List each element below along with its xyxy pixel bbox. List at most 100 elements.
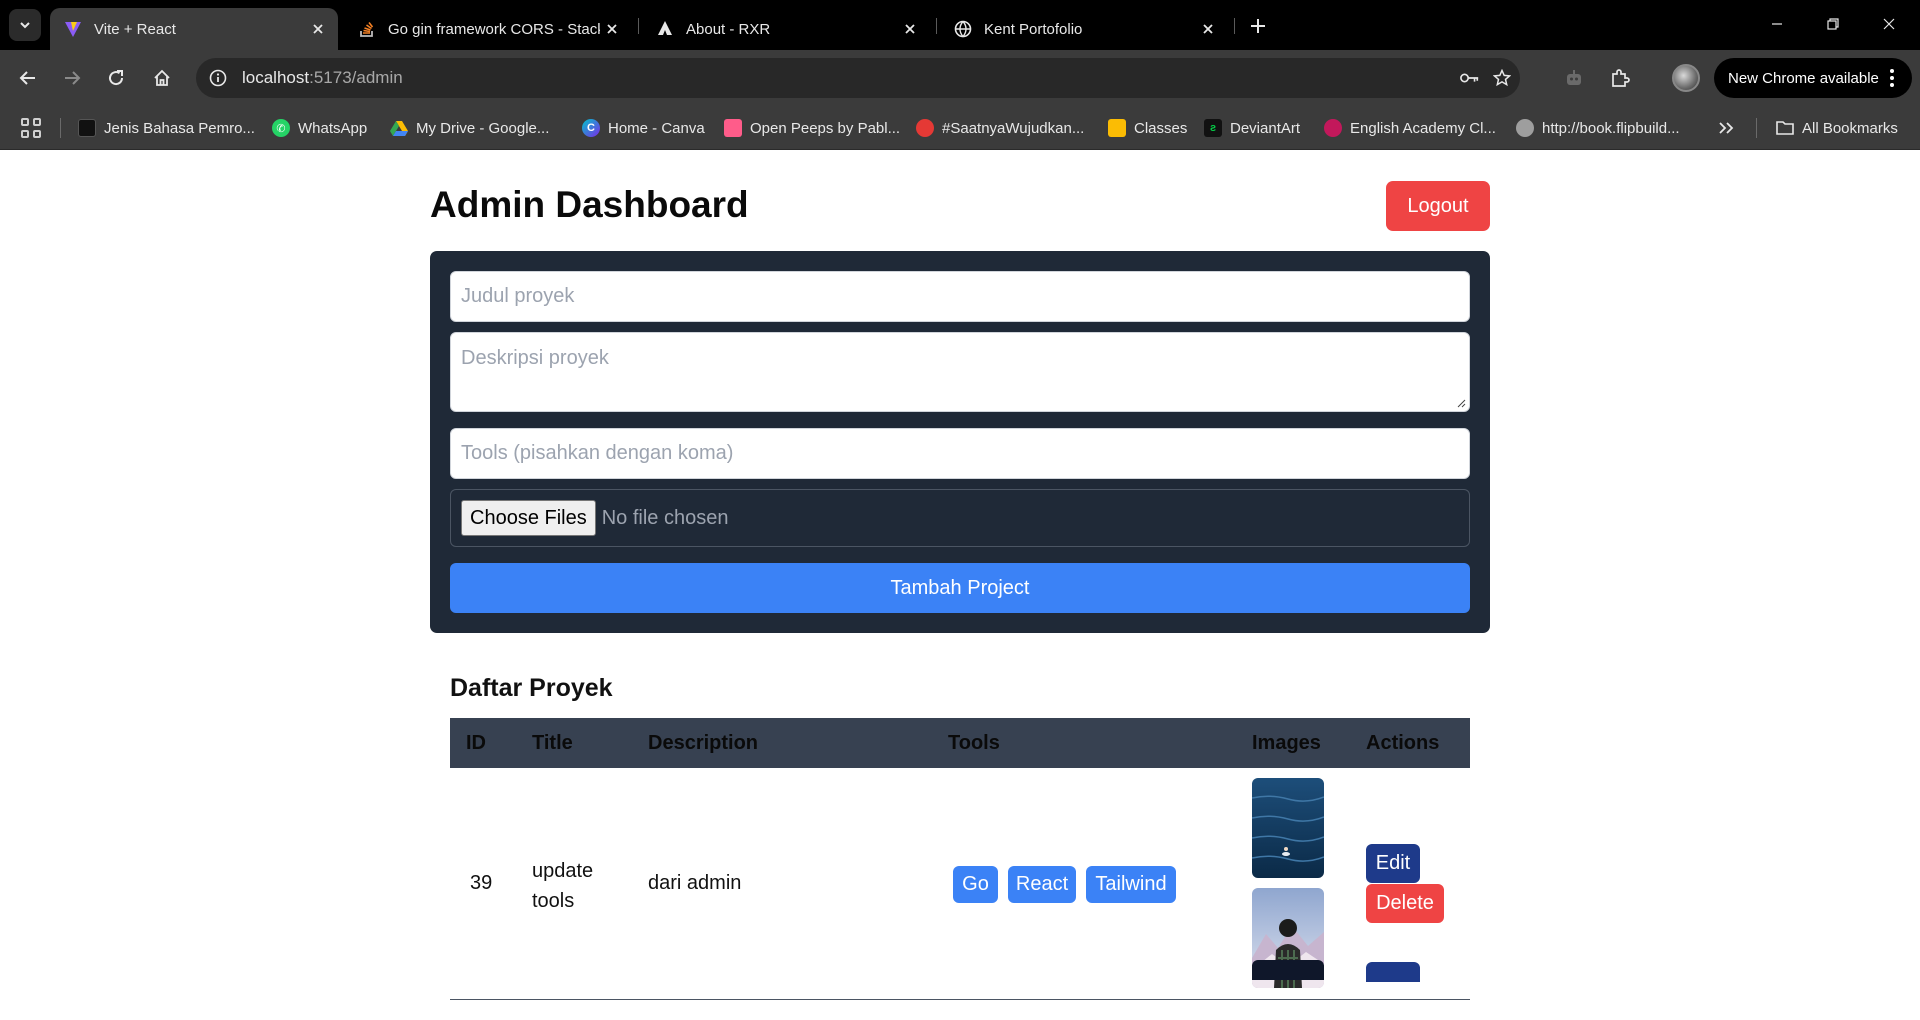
new-chrome-label: New Chrome available: [1728, 69, 1879, 87]
project-description-placeholder: Deskripsi proyek: [461, 347, 609, 369]
column-header: Actions: [1366, 732, 1440, 754]
add-project-button[interactable]: Tambah Project: [450, 563, 1470, 613]
bookmark-item[interactable]: My Drive - Google...: [390, 116, 549, 140]
project-title-line: update: [532, 860, 594, 882]
tab-title: Go gin framework CORS - Stack: [388, 20, 600, 38]
folder-icon: [1776, 119, 1794, 137]
tab-about-rxr[interactable]: About - RXR: [642, 8, 930, 50]
project-title-placeholder: Judul proyek: [461, 285, 575, 307]
project-list-title: Daftar Proyek: [450, 674, 613, 702]
tab-divider: [638, 18, 639, 34]
project-tools-input[interactable]: Tools (pisahkan dengan koma): [450, 428, 1470, 479]
reload-button[interactable]: [100, 62, 132, 94]
all-bookmarks-button[interactable]: All Bookmarks: [1776, 116, 1898, 140]
bookmarks-divider: [60, 118, 61, 138]
column-header: Description: [648, 732, 759, 754]
close-icon[interactable]: [600, 17, 624, 41]
site-info-icon[interactable]: [208, 68, 228, 88]
no-file-text: No file chosen: [601, 506, 729, 529]
chevron-double-right-icon: [1719, 122, 1734, 134]
more-vert-icon[interactable]: [1882, 68, 1902, 88]
column-header: Tools: [948, 732, 1000, 754]
profile-avatar[interactable]: [1672, 64, 1700, 92]
edit-button[interactable]: [1366, 962, 1420, 982]
deviantart-icon: ƨ: [1204, 119, 1222, 137]
plus-icon: [1251, 19, 1265, 33]
choose-files-button[interactable]: Choose Files: [461, 500, 596, 536]
project-id: 39: [470, 872, 493, 894]
close-icon[interactable]: [306, 17, 330, 41]
tab-vite-react[interactable]: Vite + React: [50, 8, 338, 50]
tool-badge: Go: [953, 866, 998, 903]
bookmark-item[interactable]: C Home - Canva: [582, 116, 705, 140]
open-peeps-icon: [724, 119, 742, 137]
tab-kent-portofolio[interactable]: Kent Portofolio: [940, 8, 1228, 50]
new-tab-button[interactable]: [1244, 12, 1272, 40]
bookmark-item[interactable]: Jenis Bahasa Pemro...: [78, 116, 255, 140]
tool-badge: React: [1008, 866, 1076, 903]
tool-badge: Tailwind: [1086, 866, 1176, 903]
bookmark-label: #SaatnyaWujudkan...: [942, 119, 1085, 137]
table-header: ID Title Description Tools Images Action…: [450, 718, 1470, 768]
restore-button[interactable]: [1810, 8, 1856, 40]
globe-icon: [1516, 119, 1534, 137]
close-window-button[interactable]: [1866, 8, 1912, 40]
tab-stackoverflow[interactable]: Go gin framework CORS - Stack: [344, 8, 632, 50]
bookmark-item[interactable]: #SaatnyaWujudkan...: [916, 116, 1084, 140]
delete-button[interactable]: Delete: [1366, 884, 1444, 923]
more-bookmarks-button[interactable]: [1718, 116, 1734, 140]
project-title-input[interactable]: Judul proyek: [450, 271, 1470, 322]
bookmark-item[interactable]: Classes: [1108, 116, 1187, 140]
bookmark-label: Open Peeps by Pabl...: [750, 119, 901, 137]
project-image-thumbnail[interactable]: [1252, 778, 1324, 878]
project-description: dari admin: [648, 872, 742, 894]
bookmark-item[interactable]: http://book.flipbuild...: [1516, 116, 1680, 140]
resize-grip-icon[interactable]: [1456, 398, 1466, 408]
address-bar[interactable]: localhost:5173/admin: [196, 58, 1520, 98]
page-content: Admin Dashboard Logout Judul proyek Desk…: [0, 151, 1920, 1020]
restore-icon: [1827, 18, 1839, 30]
new-chrome-available-button[interactable]: New Chrome available: [1714, 58, 1912, 98]
apps-grid-icon[interactable]: [20, 117, 42, 139]
extension-bot-icon[interactable]: [1560, 64, 1588, 92]
url-path: :5173/admin: [309, 68, 403, 87]
home-icon: [154, 69, 170, 86]
close-icon[interactable]: [1196, 17, 1220, 41]
logout-button[interactable]: Logout: [1386, 181, 1490, 231]
bookmark-item[interactable]: English Academy Cl...: [1324, 116, 1496, 140]
tab-search-button[interactable]: [9, 9, 41, 41]
stackoverflow-icon: [358, 20, 376, 38]
bookmark-favicon-icon: [78, 119, 96, 137]
whatsapp-icon: ✆: [272, 119, 290, 137]
tab-title: Vite + React: [94, 20, 176, 38]
minimize-button[interactable]: [1754, 8, 1800, 40]
tab-divider: [1234, 18, 1235, 34]
bookmark-item[interactable]: ƨ DeviantArt: [1204, 116, 1300, 140]
project-tools-placeholder: Tools (pisahkan dengan koma): [461, 442, 734, 464]
project-description-textarea[interactable]: Deskripsi proyek: [450, 332, 1470, 412]
browser-tabstrip: Vite + React Go gin framework CORS - Sta…: [0, 0, 1920, 50]
close-icon[interactable]: [898, 17, 922, 41]
project-image-thumbnail[interactable]: [1252, 960, 1324, 980]
arrow-right-icon: [65, 71, 81, 85]
minimize-icon: [1772, 23, 1782, 25]
edit-button[interactable]: Edit: [1366, 844, 1420, 883]
extensions-puzzle-icon[interactable]: [1606, 64, 1634, 92]
google-drive-icon: [390, 119, 408, 137]
tab-divider: [936, 18, 937, 34]
star-icon[interactable]: [1492, 68, 1512, 88]
classroom-icon: [1108, 119, 1126, 137]
home-button[interactable]: [146, 62, 178, 94]
forward-button[interactable]: [56, 62, 88, 94]
bookmark-item[interactable]: ✆ WhatsApp: [272, 116, 367, 140]
arrow-left-icon: [19, 71, 35, 85]
back-button[interactable]: [12, 62, 44, 94]
canva-icon: C: [582, 119, 600, 137]
password-key-icon[interactable]: [1460, 68, 1480, 88]
bookmark-item[interactable]: Open Peeps by Pabl...: [724, 116, 900, 140]
file-input[interactable]: Choose Files No file chosen: [450, 489, 1470, 547]
all-bookmarks-label: All Bookmarks: [1802, 119, 1898, 137]
page-title: Admin Dashboard: [430, 184, 749, 225]
reload-icon: [109, 70, 124, 86]
browser-toolbar: localhost:5173/admin New Chrome availabl…: [0, 50, 1920, 106]
